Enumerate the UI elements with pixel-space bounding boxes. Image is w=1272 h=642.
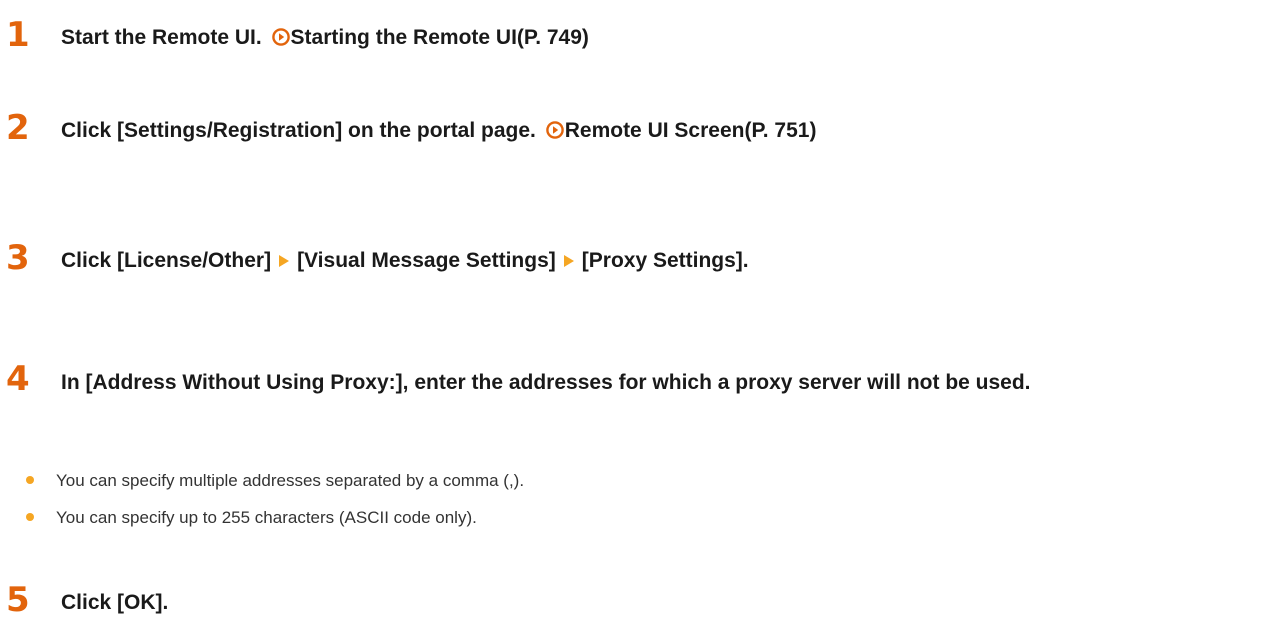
starting-remote-ui-link[interactable]: Starting the Remote UI(P. 749): [268, 26, 589, 49]
step-text: Click [OK].: [61, 591, 169, 614]
circle-arrow-icon: [271, 28, 290, 46]
step-1: 1 Start the Remote UI. Starting the Remo…: [0, 18, 1272, 58]
step-number: 2: [6, 108, 30, 148]
step-text: Click [License/Other] [Visual Message Set…: [61, 245, 1264, 276]
bullet-dot: [26, 476, 34, 484]
circle-arrow-icon: [545, 121, 564, 139]
step-number: 1: [6, 15, 30, 55]
triangle-right-icon: [563, 255, 574, 267]
step-3: 3 Click [License/Other] [Visual Message S…: [0, 241, 1272, 281]
link-label: Starting the Remote UI(P. 749): [290, 26, 589, 49]
step-5: 5 Click [OK].: [0, 583, 1272, 623]
step-text: Click [Settings/Registration] on the por…: [61, 115, 1264, 146]
step-4: 4 In [Address Without Using Proxy:], ent…: [0, 362, 1272, 552]
step-number: 5: [6, 580, 30, 620]
list-item: You can specify multiple addresses separ…: [26, 462, 524, 499]
menu-path-visual-message: [Visual Message Settings]: [297, 249, 556, 272]
menu-path-proxy-settings: [Proxy Settings].: [581, 249, 749, 272]
bullet-text: You can specify up to 255 characters (AS…: [56, 508, 477, 527]
step-instruction: Click [Settings/Registration] on the por…: [61, 119, 542, 142]
step-2: 2 Click [Settings/Registration] on the p…: [0, 111, 1272, 151]
link-label: Remote UI Screen(P. 751): [564, 119, 817, 142]
remote-ui-screen-link[interactable]: Remote UI Screen(P. 751): [542, 119, 817, 142]
list-item: You can specify up to 255 characters (AS…: [26, 499, 524, 536]
step-number: 4: [6, 359, 30, 399]
menu-path-license-other: Click [License/Other]: [61, 249, 272, 272]
step-instruction: Start the Remote UI.: [61, 26, 268, 49]
triangle-right-icon: [279, 255, 290, 267]
step-text: In [Address Without Using Proxy:], enter…: [61, 371, 1031, 394]
step-text: Start the Remote UI. Starting the Remote…: [61, 22, 1264, 53]
bullet-dot: [26, 513, 34, 521]
step-number: 3: [6, 238, 30, 278]
bullet-list: You can specify multiple addresses separ…: [26, 462, 524, 536]
bullet-text: You can specify multiple addresses separ…: [56, 471, 525, 490]
